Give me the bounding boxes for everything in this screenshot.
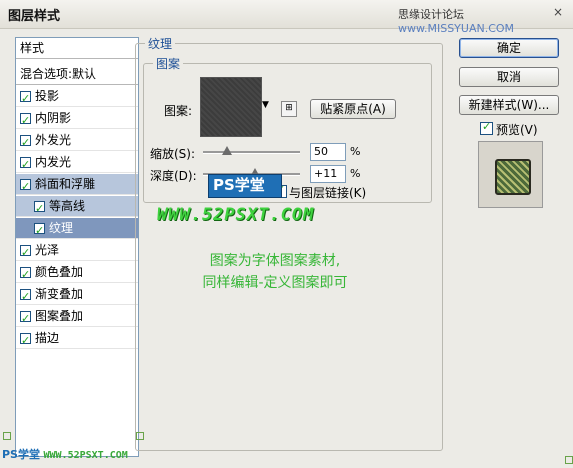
style-item-outer-glow[interactable]: 外发光 bbox=[16, 130, 138, 153]
depth-input[interactable]: +11 bbox=[310, 165, 346, 183]
stroke-checkbox[interactable] bbox=[20, 330, 31, 351]
satin-checkbox[interactable] bbox=[20, 242, 31, 263]
preview-checkbox[interactable] bbox=[480, 120, 493, 135]
texture-section-title: 纹理 bbox=[145, 35, 176, 52]
pattern-swatch[interactable] bbox=[200, 77, 262, 137]
preview-label: 预览(V) bbox=[496, 123, 538, 137]
style-item-texture[interactable]: 纹理 bbox=[16, 218, 138, 241]
preview-sample bbox=[495, 159, 531, 195]
style-item-label: 光泽 bbox=[35, 243, 60, 257]
style-item-label: 渐变叠加 bbox=[35, 287, 84, 301]
cancel-button[interactable]: 取消 bbox=[459, 67, 559, 87]
corner-marker-icon bbox=[565, 456, 573, 464]
style-preview-thumbnail bbox=[478, 141, 543, 208]
pattern-picker-arrow-icon[interactable]: ▼ bbox=[262, 100, 269, 110]
dialog-title: 图层样式 bbox=[8, 9, 61, 24]
close-icon[interactable]: × bbox=[550, 4, 566, 20]
new-preset-icon[interactable]: ⊞ bbox=[281, 101, 297, 117]
footer-logo: PS学堂 bbox=[2, 448, 40, 461]
style-item-label: 图案叠加 bbox=[35, 309, 84, 323]
style-item-label: 颜色叠加 bbox=[35, 265, 84, 279]
inner-shadow-checkbox[interactable] bbox=[20, 110, 31, 131]
outer-glow-checkbox[interactable] bbox=[20, 132, 31, 153]
inner-glow-checkbox[interactable] bbox=[20, 154, 31, 175]
gradient-overlay-checkbox[interactable] bbox=[20, 286, 31, 307]
style-item-gradient-overlay[interactable]: 渐变叠加 bbox=[16, 284, 138, 307]
pattern-section-title: 图案 bbox=[153, 55, 184, 72]
color-overlay-checkbox[interactable] bbox=[20, 264, 31, 285]
link-with-layer-label: 与图层链接(K) bbox=[289, 186, 367, 200]
style-item-label: 投影 bbox=[35, 89, 60, 103]
style-list-header[interactable]: 样式 bbox=[16, 38, 138, 59]
ps-logo-overlay: PS学堂 bbox=[208, 174, 282, 198]
footer-url: WWW.52PSXT.COM bbox=[43, 450, 128, 461]
ok-button[interactable]: 确定 bbox=[459, 38, 559, 58]
texture-checkbox[interactable] bbox=[34, 220, 45, 241]
style-item-bevel-emboss[interactable]: 斜面和浮雕 bbox=[16, 174, 138, 197]
top-watermark: 思缘设计论坛 www.MISSYUAN.COM bbox=[398, 6, 573, 35]
pattern-label: 图案: bbox=[164, 104, 193, 118]
style-item-pattern-overlay[interactable]: 图案叠加 bbox=[16, 306, 138, 329]
note-line-2: 同样编辑-定义图案即可 bbox=[202, 275, 348, 291]
depth-unit: % bbox=[350, 167, 361, 180]
new-style-button[interactable]: 新建样式(W)... bbox=[459, 95, 559, 115]
snap-to-origin-button[interactable]: 贴紧原点(A) bbox=[310, 99, 396, 119]
style-item-label: 描边 bbox=[35, 331, 60, 345]
watermark-forum-name: 思缘设计论坛 bbox=[398, 8, 464, 21]
scale-slider-thumb[interactable] bbox=[222, 146, 232, 155]
drop-shadow-checkbox[interactable] bbox=[20, 88, 31, 109]
style-item-label: 等高线 bbox=[49, 199, 86, 213]
style-list: 样式 混合选项:默认 投影 内阴影 外发光 内发光 斜面和浮雕 等高线 纹理 光… bbox=[15, 37, 139, 457]
scale-slider-track[interactable] bbox=[203, 151, 300, 154]
style-item-drop-shadow[interactable]: 投影 bbox=[16, 86, 138, 109]
scale-input[interactable]: 50 bbox=[310, 143, 346, 161]
note-line-1: 图案为字体图案素材, bbox=[209, 253, 341, 269]
corner-marker-icon bbox=[136, 432, 144, 440]
style-item-inner-shadow[interactable]: 内阴影 bbox=[16, 108, 138, 131]
corner-marker-icon bbox=[3, 432, 11, 440]
style-item-label: 纹理 bbox=[49, 221, 74, 235]
pattern-overlay-checkbox[interactable] bbox=[20, 308, 31, 329]
style-item-inner-glow[interactable]: 内发光 bbox=[16, 152, 138, 175]
style-item-satin[interactable]: 光泽 bbox=[16, 240, 138, 263]
scale-label: 缩放(S): bbox=[150, 147, 196, 161]
footer-watermark: PS学堂 WWW.52PSXT.COM bbox=[2, 446, 128, 462]
style-item-label: 斜面和浮雕 bbox=[35, 177, 96, 191]
style-item-stroke[interactable]: 描边 bbox=[16, 328, 138, 351]
style-item-label: 内发光 bbox=[35, 155, 72, 169]
style-item-contour[interactable]: 等高线 bbox=[16, 196, 138, 219]
style-item-label: 外发光 bbox=[35, 133, 72, 147]
site-url-watermark: WWW.52PSXT.COM bbox=[157, 205, 315, 225]
watermark-url: www.MISSYUAN.COM bbox=[398, 22, 515, 35]
contour-checkbox[interactable] bbox=[34, 198, 45, 219]
blend-options-item[interactable]: 混合选项:默认 bbox=[16, 64, 138, 85]
style-item-label: 内阴影 bbox=[35, 111, 72, 125]
scale-unit: % bbox=[350, 145, 361, 158]
depth-label: 深度(D): bbox=[150, 169, 197, 183]
bevel-emboss-checkbox[interactable] bbox=[20, 176, 31, 197]
style-item-color-overlay[interactable]: 颜色叠加 bbox=[16, 262, 138, 285]
ps-logo-text: PS学堂 bbox=[213, 176, 265, 194]
title-bar: 图层样式 思缘设计论坛 www.MISSYUAN.COM × bbox=[0, 0, 573, 35]
